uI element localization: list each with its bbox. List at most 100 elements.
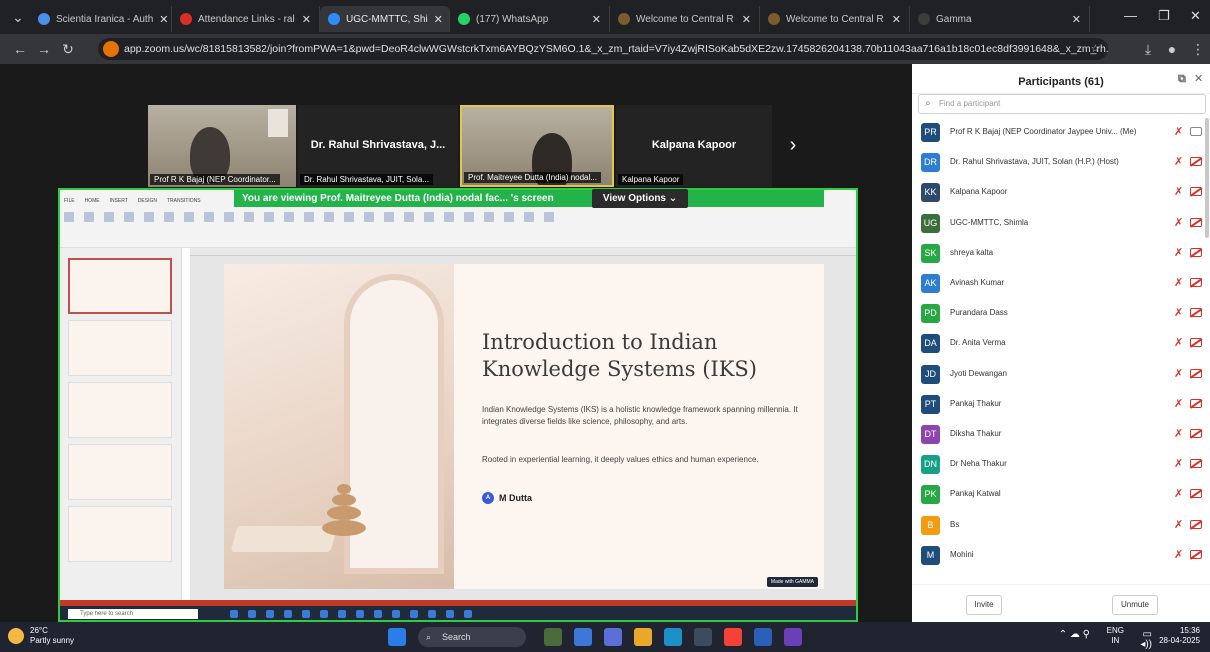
participant-row[interactable]: PD Purandara Dass ✗ (912, 299, 1204, 329)
video-off-icon[interactable] (1190, 549, 1202, 559)
participant-row[interactable]: DN Dr Neha Thakur ✗ (912, 450, 1204, 480)
close-tab-icon[interactable]: ✕ (742, 13, 751, 26)
maximize-icon[interactable]: ❐ (1158, 8, 1170, 24)
video-off-icon[interactable] (1190, 398, 1202, 408)
taskbar-app-icon[interactable] (694, 628, 712, 646)
participant-row[interactable]: UG UGC-MMTTC, Shimla ✗ (912, 209, 1204, 239)
close-tab-icon[interactable]: ✕ (302, 13, 311, 26)
mic-muted-icon[interactable]: ✗ (1174, 125, 1183, 138)
menu-icon[interactable]: ⋮ (1186, 41, 1210, 58)
video-off-icon[interactable] (1190, 368, 1202, 378)
minimize-icon[interactable]: — (1124, 8, 1137, 23)
video-off-icon[interactable] (1190, 519, 1202, 529)
close-tab-icon[interactable]: ✕ (159, 13, 168, 26)
participant-row[interactable]: PT Pankaj Thakur ✗ (912, 390, 1204, 420)
video-tile-3-active-speaker[interactable]: Prof. Maitreyee Dutta (India) nodal... (460, 105, 614, 187)
edge-icon[interactable] (664, 628, 682, 646)
participant-row[interactable]: JD Jyoti Dewangan ✗ (912, 360, 1204, 390)
video-off-icon[interactable] (1190, 308, 1202, 318)
taskbar-app-icon[interactable] (604, 628, 622, 646)
taskbar-search[interactable]: ⌕ Search (418, 627, 526, 647)
close-tab-icon[interactable]: ✕ (1072, 13, 1081, 26)
browser-tab[interactable]: Gamma ✕ (910, 6, 1090, 32)
taskbar-app-icon[interactable] (574, 628, 592, 646)
browser-tab[interactable]: Scientia Iranica - Auth ✕ (30, 6, 172, 32)
start-icon[interactable] (388, 628, 406, 646)
clock-time[interactable]: 15:36 (1159, 626, 1200, 636)
next-gallery-icon[interactable]: › (776, 128, 810, 162)
mic-muted-icon[interactable]: ✗ (1174, 487, 1183, 500)
participant-row[interactable]: AK Avinash Kumar ✗ (912, 269, 1204, 299)
mic-muted-icon[interactable]: ✗ (1174, 185, 1183, 198)
file-explorer-icon[interactable] (634, 628, 652, 646)
view-options-button[interactable]: View Options ⌄ (592, 189, 688, 208)
video-tile-2[interactable]: Dr. Rahul Shrivastava, J... Dr. Rahul Sh… (298, 105, 458, 187)
slide-thumb[interactable] (68, 382, 172, 438)
scrollbar[interactable] (1205, 118, 1209, 238)
browser-tab[interactable]: UGC-MMTTC, Shi ✕ (320, 6, 450, 32)
video-off-icon[interactable] (1190, 459, 1202, 469)
mic-muted-icon[interactable]: ✗ (1174, 336, 1183, 349)
video-off-icon[interactable] (1190, 278, 1202, 287)
close-tab-icon[interactable]: ✕ (892, 13, 901, 26)
tray-icons[interactable]: ⌃ ☁ ⚲ (1059, 630, 1090, 640)
network-volume-icon[interactable]: ▭ ◂)) (1140, 630, 1152, 650)
browser-tab[interactable]: Welcome to Central R ✕ (760, 6, 910, 32)
language[interactable]: ENG (1107, 626, 1124, 636)
mic-muted-icon[interactable]: ✗ (1174, 457, 1183, 470)
bookmark-star-icon[interactable]: ☆ (1091, 38, 1100, 60)
back-icon[interactable]: ← (8, 41, 32, 57)
browser-tab[interactable]: (177) WhatsApp ✕ (450, 6, 610, 32)
url-field[interactable]: app.zoom.us/wc/81815813582/join?fromPWA=… (98, 38, 1108, 60)
slide-thumb[interactable] (68, 506, 172, 562)
mic-muted-icon[interactable]: ✗ (1174, 397, 1183, 410)
video-off-icon[interactable] (1190, 127, 1202, 136)
slide-thumb[interactable] (68, 320, 172, 376)
participant-row[interactable]: B Bs ✗ (912, 511, 1204, 541)
video-off-icon[interactable] (1190, 157, 1202, 167)
close-tab-icon[interactable]: ✕ (434, 13, 443, 26)
popout-icon[interactable]: ⧉ (1178, 74, 1186, 85)
download-icon[interactable]: ⤓ (1136, 41, 1160, 58)
video-off-icon[interactable] (1190, 187, 1202, 197)
browser-tab[interactable]: Welcome to Central R ✕ (610, 6, 760, 32)
mic-muted-icon[interactable]: ✗ (1174, 367, 1183, 380)
slide-thumb[interactable] (68, 258, 172, 314)
participant-search-input[interactable]: ⌕ Find a participant (918, 94, 1206, 114)
video-off-icon[interactable] (1190, 489, 1202, 499)
taskbar-app-icon[interactable] (544, 628, 562, 646)
mic-muted-icon[interactable]: ✗ (1174, 306, 1183, 319)
mic-muted-icon[interactable]: ✗ (1174, 246, 1183, 259)
participant-row[interactable]: PR Prof R K Bajaj (NEP Coordinator Jaypee… (912, 118, 1204, 148)
mic-muted-icon[interactable]: ✗ (1174, 427, 1183, 440)
mic-muted-icon[interactable]: ✗ (1174, 216, 1183, 229)
video-off-icon[interactable] (1190, 247, 1202, 257)
word-icon[interactable] (754, 628, 772, 646)
participant-row[interactable]: DA Dr. Anita Verma ✗ (912, 329, 1204, 359)
slide-thumb[interactable] (68, 444, 172, 500)
participant-row[interactable]: DR Dr. Rahul Shrivastava, JUIT, Solan (H.… (912, 148, 1204, 178)
video-off-icon[interactable] (1190, 217, 1202, 227)
unmute-button[interactable]: Unmute (1112, 595, 1158, 615)
close-window-icon[interactable]: ✕ (1190, 8, 1201, 24)
close-panel-icon[interactable]: ✕ (1194, 74, 1203, 85)
video-off-icon[interactable] (1190, 338, 1202, 348)
forward-icon[interactable]: → (32, 41, 56, 57)
chrome-icon[interactable] (724, 628, 742, 646)
mic-muted-icon[interactable]: ✗ (1174, 155, 1183, 168)
mic-muted-icon[interactable]: ✗ (1174, 518, 1183, 531)
participant-row[interactable]: SK shreya kalta ✗ (912, 239, 1204, 269)
reload-icon[interactable]: ↻ (56, 41, 80, 58)
participant-row[interactable]: DT Diksha Thakur ✗ (912, 420, 1204, 450)
video-off-icon[interactable] (1190, 429, 1202, 438)
participant-row[interactable]: KK Kalpana Kapoor ✗ (912, 178, 1204, 208)
participant-row[interactable]: PK Pankaj Katwal ✗ (912, 480, 1204, 510)
mic-muted-icon[interactable]: ✗ (1174, 548, 1183, 561)
tab-search-icon[interactable]: ⌄ (6, 9, 30, 26)
video-tile-1[interactable]: Prof R K Bajaj (NEP Coordinator... (148, 105, 296, 187)
video-tile-4[interactable]: Kalpana Kapoor Kalpana Kapoor (616, 105, 772, 187)
taskbar-app-icon[interactable] (784, 628, 802, 646)
participant-row[interactable]: M Mohini ✗ (912, 541, 1204, 571)
browser-tab[interactable]: Attendance Links - ral ✕ (172, 6, 320, 32)
close-tab-icon[interactable]: ✕ (592, 13, 601, 26)
